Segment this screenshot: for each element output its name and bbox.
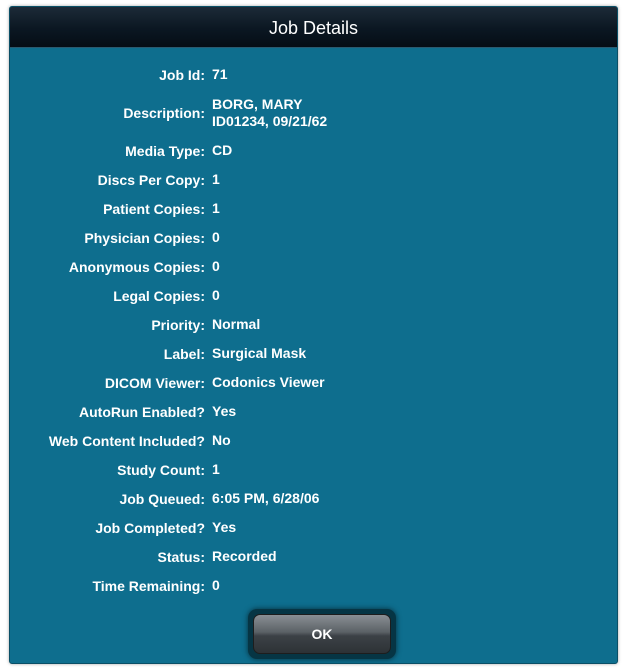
detail-value: No	[205, 432, 231, 449]
detail-row: Media Type: CD	[10, 136, 617, 165]
detail-value: 1	[205, 461, 220, 478]
detail-row: Discs Per Copy: 1	[10, 165, 617, 194]
detail-value: Codonics Viewer	[205, 374, 325, 391]
detail-row: Description: BORG, MARY ID01234, 09/21/62	[10, 89, 617, 136]
detail-row: Legal Copies: 0	[10, 281, 617, 310]
ok-button[interactable]: OK	[253, 614, 391, 654]
detail-label: Media Type:	[125, 142, 205, 159]
detail-value-line: Yes	[212, 519, 237, 535]
detail-value: Yes	[205, 519, 236, 536]
detail-value: 1	[205, 200, 220, 217]
detail-value-line: No	[212, 432, 231, 448]
detail-row: Time Remaining: 0	[10, 571, 617, 600]
detail-value-line: 6:05 PM, 6/28/06	[212, 490, 320, 506]
detail-value-line: 71	[212, 66, 228, 82]
detail-label: Discs Per Copy:	[97, 171, 205, 188]
detail-row: Physician Copies: 0	[10, 223, 617, 252]
detail-value-line: CD	[212, 142, 233, 158]
detail-label: Label:	[163, 345, 205, 362]
detail-value: Recorded	[205, 548, 277, 565]
detail-value-line: 1	[212, 200, 220, 216]
detail-value-line: Recorded	[212, 548, 277, 564]
detail-label: Study Count:	[117, 461, 205, 478]
dialog-title: Job Details	[10, 7, 617, 48]
detail-row: Anonymous Copies: 0	[10, 252, 617, 281]
detail-value-line: 0	[212, 287, 220, 303]
detail-value-line: 1	[212, 171, 220, 187]
detail-value-line: Yes	[212, 403, 237, 419]
detail-label: Job Completed?	[95, 519, 205, 536]
detail-value: CD	[205, 142, 232, 159]
detail-value-line: Surgical Mask	[212, 345, 307, 361]
detail-row: Label: Surgical Mask	[10, 339, 617, 368]
detail-label: Physician Copies:	[84, 229, 205, 246]
detail-label: Web Content Included?	[48, 432, 205, 449]
ok-button-frame: OK	[248, 609, 396, 659]
detail-value: 0	[205, 577, 220, 594]
detail-row: Study Count: 1	[10, 455, 617, 484]
detail-label: Legal Copies:	[113, 287, 205, 304]
detail-value-line: Codonics Viewer	[212, 374, 325, 390]
detail-value-line: Normal	[212, 316, 261, 332]
detail-row: Status: Recorded	[10, 542, 617, 571]
detail-label: Job Queued:	[119, 490, 205, 507]
detail-label: Anonymous Copies:	[68, 258, 205, 275]
detail-value-line: BORG, MARY	[212, 95, 303, 112]
detail-value: 1	[205, 171, 220, 188]
detail-value: Normal	[205, 316, 260, 333]
detail-value: BORG, MARY ID01234, 09/21/62	[205, 96, 327, 130]
detail-row: Priority: Normal	[10, 310, 617, 339]
detail-value: 6:05 PM, 6/28/06	[205, 490, 319, 507]
detail-value-line: 0	[212, 258, 220, 274]
detail-value-line: 0	[212, 229, 220, 245]
details-list: Job Id: 71 Description: BORG, MARY ID01234, …	[10, 60, 617, 600]
detail-value-line: 1	[212, 461, 220, 477]
detail-value-line: 0	[212, 577, 220, 593]
detail-value-line: ID01234, 09/21/62	[212, 112, 328, 129]
detail-value: 0	[205, 229, 220, 246]
detail-label: Priority:	[151, 316, 205, 333]
detail-value: 0	[205, 258, 220, 275]
detail-value: Yes	[205, 403, 236, 420]
detail-value: 71	[205, 66, 228, 83]
detail-row: Job Id: 71	[10, 60, 617, 89]
detail-value: 0	[205, 287, 220, 304]
detail-row: Web Content Included? No	[10, 426, 617, 455]
job-details-dialog: Job Details Job Id: 71 Description: BORG, M…	[9, 6, 618, 664]
detail-label: Description:	[123, 104, 205, 121]
detail-row: Patient Copies: 1	[10, 194, 617, 223]
detail-row: Job Queued: 6:05 PM, 6/28/06	[10, 484, 617, 513]
detail-label: AutoRun Enabled?	[79, 403, 205, 420]
detail-label: Job Id:	[159, 66, 205, 83]
detail-value: Surgical Mask	[205, 345, 306, 362]
detail-label: Patient Copies:	[103, 200, 205, 217]
detail-row: DICOM Viewer: Codonics Viewer	[10, 368, 617, 397]
detail-label: DICOM Viewer:	[104, 374, 205, 391]
detail-row: AutoRun Enabled? Yes	[10, 397, 617, 426]
detail-row: Job Completed? Yes	[10, 513, 617, 542]
detail-label: Time Remaining:	[92, 577, 205, 594]
detail-label: Status:	[157, 548, 205, 565]
